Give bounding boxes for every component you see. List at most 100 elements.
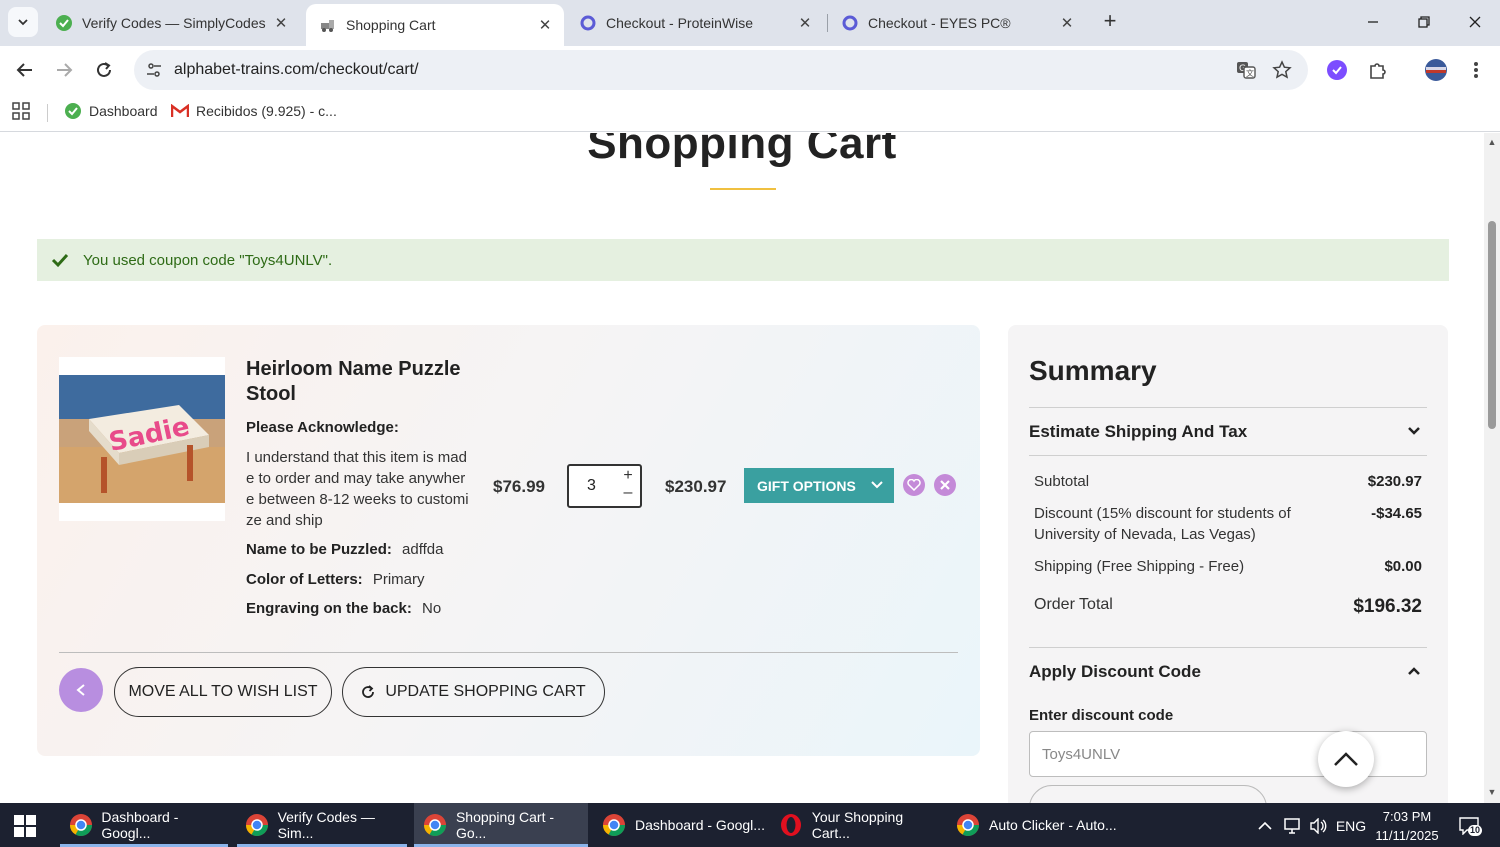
apply-discount-label: Apply Discount Code [1029,662,1201,681]
extension-purple-icon[interactable] [1325,58,1349,82]
profile-avatar[interactable] [1424,58,1448,82]
reload-button[interactable] [90,56,118,84]
gift-options-button[interactable]: GIFT OPTIONS [744,468,894,503]
summary-value: $230.97 [1367,473,1422,490]
forward-button[interactable] [50,56,78,84]
summary-row-subtotal: Subtotal $230.97 [1034,471,1422,492]
url-text[interactable]: alphabet-trains.com/checkout/cart/ [174,61,419,79]
page-title: Shopping Cart [587,133,897,168]
site-info-icon[interactable] [144,60,164,80]
apps-grid-button[interactable] [12,102,30,120]
product-name[interactable]: Heirloom Name Puzzle Stool [246,357,476,407]
estimate-shipping-toggle[interactable]: Estimate Shipping And Tax [1029,422,1427,442]
discount-code-label: Enter discount code [1029,707,1174,724]
option-value: Primary [372,571,425,588]
cancel-coupon-button[interactable] [1029,785,1267,803]
checkout-icon [842,15,858,31]
tab-checkout-proteinwise[interactable]: Checkout - ProteinWise ✕ [566,6,824,40]
update-cart-button[interactable]: UPDATE SHOPPING CART [342,667,605,717]
taskbar-item-shopping-cart[interactable]: Shopping Cart - Go... [414,803,588,847]
bookmark-label: Dashboard [89,103,158,119]
summary-divider [1029,647,1427,648]
chrome-icon [68,812,93,838]
page-scrollbar[interactable]: ▲ ▼ [1484,133,1500,803]
taskbar-label: Dashboard - Googl... [635,817,765,833]
bookmarks-divider [47,104,48,122]
summary-title: Summary [1029,355,1157,386]
system-clock[interactable]: 7:03 PM 11/11/2025 [1372,807,1442,845]
close-icon[interactable]: ✕ [794,12,816,34]
back-to-top-button[interactable] [1318,731,1374,787]
address-bar[interactable]: alphabet-trains.com/checkout/cart/ G文 [134,50,1308,90]
close-icon[interactable]: ✕ [1056,12,1078,34]
minus-icon[interactable]: – [619,485,637,502]
option-label: Engraving on the back: [246,600,412,617]
taskbar-item-dashboard-1[interactable]: Dashboard - Googl... [60,803,228,847]
close-icon[interactable]: ✕ [270,12,292,34]
plus-icon[interactable]: + [619,468,637,485]
svg-text:文: 文 [1246,68,1254,78]
bookmark-star-icon[interactable] [1271,59,1293,81]
minimize-icon [1368,21,1378,23]
tab-shopping-cart[interactable]: Shopping Cart ✕ [306,4,564,46]
taskbar-item-dashboard-2[interactable]: Dashboard - Googl... [593,803,767,847]
tab-search-button[interactable] [8,7,38,37]
minimize-button[interactable] [1358,8,1388,36]
close-icon[interactable]: ✕ [534,14,556,36]
continue-shopping-button[interactable] [59,668,103,712]
new-tab-button[interactable]: + [1098,10,1122,34]
translate-icon[interactable]: G文 [1235,59,1257,81]
menu-kebab-icon[interactable] [1464,58,1488,82]
title-underline [710,188,776,190]
move-all-to-wishlist-button[interactable]: MOVE ALL TO WISH LIST [114,667,332,717]
checkout-icon [580,15,596,31]
taskbar-item-opera-cart[interactable]: Your Shopping Cart... [770,803,944,847]
scrollbar-thumb[interactable] [1488,221,1496,429]
restore-button[interactable] [1409,8,1439,36]
option-engraving-row: Engraving on the back: No [246,600,441,617]
cart-items-panel: Sadie Heirloom Name Puzzle Stool Please … [37,325,980,756]
chevron-left-icon [76,684,85,696]
summary-label: Subtotal [1034,473,1090,490]
opera-icon [778,812,804,838]
notifications-button[interactable]: 10 [1455,815,1483,837]
product-image[interactable]: Sadie [59,357,225,521]
summary-value: $0.00 [1384,558,1422,575]
network-icon[interactable] [1281,815,1303,837]
language-indicator[interactable]: ENG [1336,815,1366,837]
quantity-input[interactable]: 3 [587,477,596,495]
tab-verify-codes[interactable]: Verify Codes — SimplyCodes ✕ [42,6,300,40]
extensions-puzzle-icon[interactable] [1366,58,1390,82]
bookmark-dashboard[interactable]: Dashboard [64,102,158,120]
simplycodes-icon [64,102,82,120]
back-button[interactable] [11,56,39,84]
option-title: Please Acknowledge: [246,419,399,436]
gmail-icon [171,102,189,120]
heart-icon[interactable] [903,474,925,496]
checkmark-icon [51,251,69,269]
scroll-down-arrow-icon[interactable]: ▼ [1487,787,1497,797]
cart-divider [59,652,958,653]
chrome-icon [245,812,270,838]
window-close-button[interactable] [1460,8,1490,36]
tray-chevron-up-icon[interactable] [1254,815,1276,837]
order-summary: Summary Estimate Shipping And Tax Subtot… [1008,325,1448,803]
tab-checkout-eyes-pc[interactable]: Checkout - EYES PC® ✕ [828,6,1086,40]
scroll-up-arrow-icon[interactable]: ▲ [1487,137,1497,147]
coupon-success-message: You used coupon code "Toys4UNLV". [37,239,1449,281]
windows-start-icon[interactable] [14,815,36,837]
volume-icon[interactable] [1307,815,1329,837]
option-text: I understand that this item is made to o… [246,449,469,529]
taskbar-item-auto-clicker[interactable]: Auto Clicker - Auto... [947,803,1121,847]
tab-title: Shopping Cart [346,17,436,33]
page-viewport: Shopping Cart You used coupon code "Toys… [0,133,1484,803]
apply-discount-toggle[interactable]: Apply Discount Code [1029,662,1427,682]
quantity-stepper[interactable]: 3 + – [567,464,642,508]
remove-item-icon[interactable] [934,474,956,496]
bookmark-gmail[interactable]: Recibidos (9.925) - c... [171,102,337,120]
option-value: No [422,600,442,617]
summary-row-shipping: Shipping (Free Shipping - Free) $0.00 [1034,556,1422,577]
taskbar-item-verify-codes[interactable]: Verify Codes — Sim... [237,803,407,847]
apps-grid-icon [12,102,30,120]
update-cart-label: UPDATE SHOPPING CART [385,683,586,700]
